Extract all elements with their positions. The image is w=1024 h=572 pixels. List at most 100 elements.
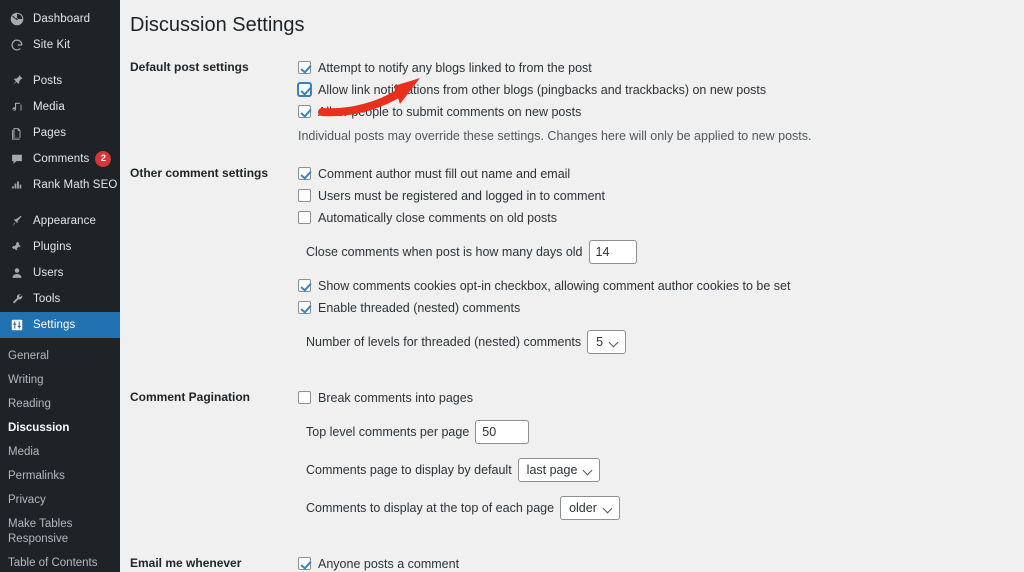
sidebar-item-tools[interactable]: Tools bbox=[0, 286, 120, 312]
sidebar-item-comments[interactable]: Comments 2 bbox=[0, 146, 120, 172]
checkbox-label: Allow people to submit comments on new p… bbox=[318, 105, 582, 119]
checkbox-notify-blogs[interactable] bbox=[298, 61, 311, 74]
threaded-levels-select[interactable]: 5 bbox=[587, 330, 627, 354]
checkbox-row-cookies-optin[interactable]: Show comments cookies opt-in checkbox, a… bbox=[298, 278, 1024, 294]
media-icon bbox=[8, 98, 26, 116]
sidebar-item-posts[interactable]: Posts bbox=[0, 68, 120, 94]
default-page-select[interactable]: last page bbox=[517, 458, 601, 482]
sidebar-item-site-kit[interactable]: Site Kit bbox=[0, 32, 120, 58]
sidebar-item-appearance[interactable]: Appearance bbox=[0, 208, 120, 234]
checkbox-allow-comments[interactable] bbox=[298, 105, 311, 118]
submenu-item-general[interactable]: General bbox=[0, 344, 120, 368]
chevron-down-icon bbox=[584, 466, 593, 475]
comments-count-badge: 2 bbox=[95, 151, 112, 167]
sidebar-item-media[interactable]: Media bbox=[0, 94, 120, 120]
dashboard-icon bbox=[8, 10, 26, 28]
sidebar-item-label: Rank Math SEO bbox=[33, 179, 118, 191]
section-label-other-comment-settings: Other comment settings bbox=[130, 166, 269, 180]
checkbox-anyone-posts-comment[interactable] bbox=[298, 557, 311, 570]
threaded-levels-value: 5 bbox=[596, 335, 604, 349]
checkbox-label: Allow link notifications from other blog… bbox=[318, 83, 767, 97]
sidebar-item-label: Media bbox=[33, 101, 65, 113]
submenu-item-table-of-contents[interactable]: Table of Contents bbox=[0, 551, 120, 572]
section-label-comment-pagination: Comment Pagination bbox=[130, 390, 251, 404]
sidebar-item-label: Site Kit bbox=[33, 39, 71, 51]
submenu-item-permalinks[interactable]: Permalinks bbox=[0, 464, 120, 488]
days-old-input[interactable] bbox=[588, 240, 637, 264]
sidebar-item-rank-math-seo[interactable]: Rank Math SEO bbox=[0, 172, 120, 198]
spacer-row bbox=[128, 144, 1024, 166]
sidebar-item-label: Tools bbox=[33, 293, 61, 305]
pin-icon bbox=[8, 72, 26, 90]
spacer-row bbox=[128, 368, 1024, 390]
checkbox-row-anyone-posts-comment[interactable]: Anyone posts a comment bbox=[298, 556, 1024, 572]
default-page-value: last page bbox=[526, 463, 578, 477]
top-of-page-select[interactable]: older bbox=[560, 496, 620, 520]
checkbox-row-notify-blogs[interactable]: Attempt to notify any blogs linked to fr… bbox=[298, 60, 1024, 76]
checkbox-label: Automatically close comments on old post… bbox=[318, 211, 557, 225]
settings-submenu: General Writing Reading Discussion Media… bbox=[0, 338, 120, 572]
field-label-top-of-page: Comments to display at the top of each p… bbox=[306, 501, 555, 515]
checkbox-row-threaded-comments[interactable]: Enable threaded (nested) comments bbox=[298, 300, 1024, 316]
field-threaded-levels: Number of levels for threaded (nested) c… bbox=[306, 330, 1024, 354]
checkbox-allow-link-notifications[interactable] bbox=[298, 83, 311, 96]
spacer-row bbox=[128, 534, 1024, 556]
checkbox-threaded-comments[interactable] bbox=[298, 301, 311, 314]
submenu-item-make-tables-responsive[interactable]: Make Tables Responsive bbox=[0, 512, 120, 551]
field-label-top-level-per-page: Top level comments per page bbox=[306, 425, 470, 439]
section-other-comment-settings: Other comment settings Comment author mu… bbox=[128, 166, 1024, 368]
checkbox-row-users-registered[interactable]: Users must be registered and logged in t… bbox=[298, 188, 1024, 204]
section-label-default-post-settings: Default post settings bbox=[130, 60, 249, 74]
sidebar-item-dashboard[interactable]: Dashboard bbox=[0, 6, 120, 32]
sidebar-divider bbox=[0, 198, 120, 208]
checkbox-row-allow-comments[interactable]: Allow people to submit comments on new p… bbox=[298, 104, 1024, 120]
section-label-email-me-whenever: Email me whenever bbox=[130, 556, 242, 570]
checkbox-label: Users must be registered and logged in t… bbox=[318, 189, 605, 203]
pages-icon bbox=[8, 124, 26, 142]
sidebar-item-pages[interactable]: Pages bbox=[0, 120, 120, 146]
paintbrush-icon bbox=[8, 212, 26, 230]
checkbox-auto-close[interactable] bbox=[298, 211, 311, 224]
submenu-item-discussion[interactable]: Discussion bbox=[0, 416, 120, 440]
submenu-item-reading[interactable]: Reading bbox=[0, 392, 120, 416]
section-email-me-whenever: Email me whenever Anyone posts a comment bbox=[128, 556, 1024, 572]
wrench-icon bbox=[8, 290, 26, 308]
top-level-per-page-input[interactable] bbox=[475, 420, 530, 444]
admin-sidebar: Dashboard Site Kit Posts Media Pages Com… bbox=[0, 0, 120, 572]
submenu-item-privacy[interactable]: Privacy bbox=[0, 488, 120, 512]
page-title: Discussion Settings bbox=[130, 14, 305, 36]
default-post-settings-hint: Individual posts may override these sett… bbox=[298, 129, 812, 143]
other-comment-settings-fieldset: Comment author must fill out name and em… bbox=[298, 166, 1024, 368]
discussion-settings-form: Default post settings Attempt to notify … bbox=[128, 60, 1024, 572]
checkbox-break-into-pages[interactable] bbox=[298, 391, 311, 404]
field-days-old: Close comments when post is how many day… bbox=[306, 240, 1024, 264]
sidebar-item-settings[interactable]: Settings bbox=[0, 312, 120, 338]
checkbox-cookies-optin[interactable] bbox=[298, 279, 311, 292]
settings-sliders-icon bbox=[8, 316, 26, 334]
checkbox-label: Show comments cookies opt-in checkbox, a… bbox=[318, 279, 791, 293]
checkbox-row-auto-close[interactable]: Automatically close comments on old post… bbox=[298, 210, 1024, 226]
comment-bubble-icon bbox=[8, 150, 26, 168]
checkbox-author-name-email[interactable] bbox=[298, 167, 311, 180]
sidebar-item-users[interactable]: Users bbox=[0, 260, 120, 286]
sidebar-item-label: Posts bbox=[33, 75, 63, 87]
checkbox-row-author-name-email[interactable]: Comment author must fill out name and em… bbox=[298, 166, 1024, 182]
top-of-page-value: older bbox=[569, 501, 597, 515]
checkbox-label: Comment author must fill out name and em… bbox=[318, 167, 571, 181]
checkbox-users-registered[interactable] bbox=[298, 189, 311, 202]
plugin-icon bbox=[8, 238, 26, 256]
sidebar-item-label: Pages bbox=[33, 127, 67, 139]
submenu-item-writing[interactable]: Writing bbox=[0, 368, 120, 392]
checkbox-row-allow-link-notifications[interactable]: Allow link notifications from other blog… bbox=[298, 82, 1024, 98]
field-top-of-page: Comments to display at the top of each p… bbox=[306, 496, 1024, 520]
section-default-post-settings: Default post settings Attempt to notify … bbox=[128, 60, 1024, 144]
rank-math-icon bbox=[8, 176, 26, 194]
google-g-icon bbox=[8, 36, 26, 54]
sidebar-item-label: Users bbox=[33, 267, 64, 279]
submenu-item-media[interactable]: Media bbox=[0, 440, 120, 464]
sidebar-item-label: Plugins bbox=[33, 241, 72, 253]
checkbox-row-break-into-pages[interactable]: Break comments into pages bbox=[298, 390, 1024, 406]
sidebar-item-plugins[interactable]: Plugins bbox=[0, 234, 120, 260]
chevron-down-icon bbox=[610, 338, 619, 347]
field-label-default-page: Comments page to display by default bbox=[306, 463, 512, 477]
